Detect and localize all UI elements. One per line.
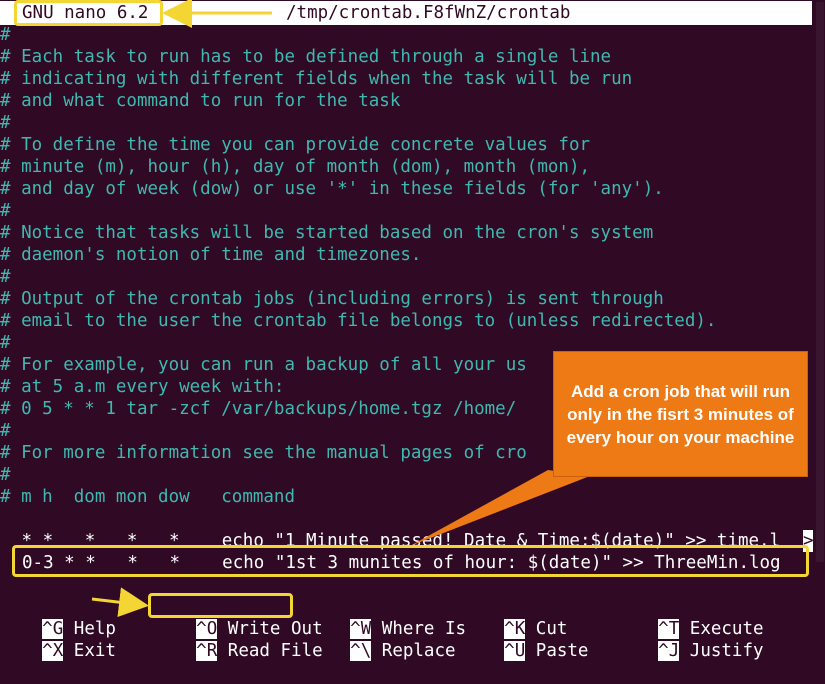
callout: Add a cron job that will run only in the… [553, 351, 808, 477]
editor-line[interactable]: # To define the time you can provide con… [0, 134, 590, 156]
shortcut-read-file[interactable]: ^R Read File [154, 618, 323, 661]
editor-line[interactable]: # Output of the crontab jobs (including … [0, 288, 664, 310]
shortcut-paste[interactable]: ^U Paste [462, 618, 588, 661]
editor-line[interactable]: # email to the user the crontab file bel… [0, 310, 716, 332]
editor-line[interactable]: # [0, 420, 11, 442]
editor-line[interactable]: # daemon's notion of time and timezones. [0, 244, 421, 266]
file-path: /tmp/crontab.F8fWnZ/crontab [286, 3, 571, 23]
cron-job-highlight [12, 545, 809, 577]
shortcut-key: ^\ [350, 641, 372, 661]
editor-line[interactable]: # and what command to run for the task [0, 90, 400, 112]
editor-line[interactable]: # [0, 266, 11, 288]
shortcut-key: ^J [658, 641, 680, 661]
shortcut-help[interactable]: ^G Help [0, 596, 116, 639]
shortcut-key: ^R [196, 641, 218, 661]
shortcut-key: ^X [42, 641, 64, 661]
shortcut-where-is[interactable]: ^W Where Is [308, 596, 466, 639]
editor-line[interactable]: # and day of week (dow) or use '*' in th… [0, 178, 664, 200]
shortcut-write-out[interactable]: ^O Write Out [154, 596, 323, 639]
shortcut-key: ^U [504, 641, 526, 661]
shortcut-justify[interactable]: ^J Justify [616, 618, 764, 661]
shortcut-label: Justify [689, 641, 764, 661]
scrollbar[interactable] [813, 0, 825, 641]
editor-line[interactable]: # [0, 332, 11, 354]
shortcut-label: Exit [73, 641, 116, 661]
editor-line[interactable]: # indicating with different fields when … [0, 68, 632, 90]
editor-line[interactable]: # at 5 a.m every week with: [0, 376, 284, 398]
editor-line[interactable]: # minute (m), hour (h), day of month (do… [0, 156, 590, 178]
shortcut-label: Paste [535, 641, 589, 661]
shortcut-execute[interactable]: ^T Execute [616, 596, 764, 639]
editor-line[interactable]: # For more information see the manual pa… [0, 442, 527, 464]
editor-line[interactable]: # Notice that tasks will be started base… [0, 222, 653, 244]
editor-line[interactable]: # [0, 24, 11, 46]
editor-line[interactable]: # [0, 112, 11, 134]
editor-line[interactable]: # [0, 200, 11, 222]
app-name-highlight [14, 0, 163, 26]
shortcut-label: Replace [381, 641, 456, 661]
shortcut-replace[interactable]: ^\ Replace [308, 618, 456, 661]
shortcut-exit[interactable]: ^X Exit [0, 618, 116, 661]
shortcut-cut[interactable]: ^K Cut [462, 596, 567, 639]
editor-line[interactable]: # For example, you can run a backup of a… [0, 354, 527, 376]
callout-text: Add a cron job that will run only in the… [566, 381, 795, 447]
editor-line[interactable]: # Each task to run has to be defined thr… [0, 46, 611, 68]
editor-line[interactable]: # 0 5 * * 1 tar -zcf /var/backups/home.t… [0, 398, 516, 420]
scrollbar-thumb[interactable] [816, 2, 824, 562]
editor-line[interactable]: # m h dom mon dow command [0, 486, 295, 508]
editor-line[interactable]: # [0, 464, 11, 486]
